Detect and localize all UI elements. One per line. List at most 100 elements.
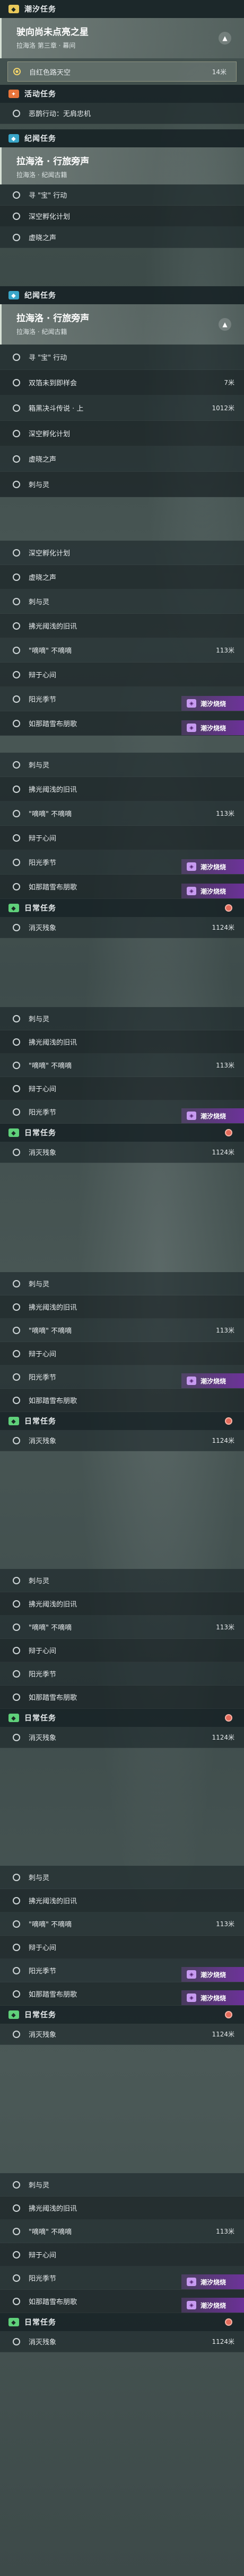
category-header-event[interactable]: ✦ 活动任务 [0, 85, 244, 103]
quest-row[interactable]: 消灭残象 1124米 [0, 2024, 244, 2045]
quest-row[interactable]: 拂光阈浅的旧讯 [0, 1295, 244, 1319]
story-step-row[interactable]: 寻 "宝" 行动 [0, 345, 244, 370]
quest-row[interactable]: 如那踏雪布朋歌 ◈ 潮汐烧烧 [0, 1982, 244, 2006]
quest-row[interactable]: 刺与灵 [0, 2173, 244, 2196]
category-header-daily[interactable]: ◆ 日常任务 [0, 1124, 244, 1142]
quest-row[interactable]: 消灭残象 1124米 [0, 2331, 244, 2352]
quest-row[interactable]: 辩于心间 [0, 663, 244, 687]
quest-row[interactable]: 如那踏雪布朋歌 [0, 1389, 244, 1412]
quest-row[interactable]: 刺与灵 [0, 1569, 244, 1592]
quest-row[interactable]: 刺与灵 [0, 1007, 244, 1030]
badge-label: 潮汐烧烧 [201, 2301, 226, 2309]
quest-row[interactable]: 刺与灵 [0, 1866, 244, 1889]
quest-dot-icon [13, 480, 20, 488]
quest-distance: 1124米 [212, 1149, 234, 1156]
quest-label: 拂光阈浅的旧讯 [29, 1304, 77, 1312]
quest-label: "嘀嘀" 不嘀嘀 [29, 1921, 72, 1929]
step-label: 自红色路天空 [29, 68, 71, 77]
category-header-daily[interactable]: ◆ 日常任务 [0, 2313, 244, 2331]
quest-row[interactable]: 如那踏雪布朋歌 [0, 1686, 244, 1709]
category-header-daily[interactable]: ◆ 日常任务 [0, 1709, 244, 1727]
quest-row[interactable]: 辩于心间 [0, 826, 244, 850]
quest-label: "嘀嘀" 不嘀嘀 [29, 1062, 72, 1070]
quest-row[interactable]: 阳光季节 ◈ 潮汐烧烧 [0, 850, 244, 875]
quest-row[interactable]: 阳光季节 ◈ 潮汐烧烧 [0, 1100, 244, 1124]
tide-icon: ◈ [187, 887, 196, 895]
quest-row[interactable]: 辩于心间 [0, 1077, 244, 1100]
quest-label: 深空孵化计划 [29, 430, 71, 438]
category-header-daily[interactable]: ◆ 日常任务 [0, 899, 244, 917]
quest-row[interactable]: 刺与灵 [0, 589, 244, 614]
quest-row[interactable]: 阳光季节 ◈ 潮汐烧烧 [0, 1365, 244, 1389]
story-step-row[interactable]: 深空孵化计划 [0, 206, 244, 227]
quest-row[interactable]: 拂光阈浅的旧讯 [0, 614, 244, 638]
quest-row[interactable]: 消灭残象 1124米 [0, 1430, 244, 1451]
category-header-story[interactable]: ◆ 纪闻任务 [0, 129, 244, 147]
story-step-row[interactable]: 箱黑决斗传说 · 上 1012米 [0, 395, 244, 421]
quest-row[interactable]: 如那踏雪布朋歌 ◈ 潮汐烧烧 [0, 711, 244, 736]
quest-row[interactable]: "嘀嘀" 不嘀嘀 113米 [0, 1319, 244, 1342]
quest-row[interactable]: 虚晓之声 [0, 565, 244, 589]
story-step-row[interactable]: 刺与灵 [0, 472, 244, 497]
quest-row[interactable]: 如那踏雪布朋歌 ◈ 潮汐烧烧 [0, 2290, 244, 2313]
quest-label: 消灭残象 [29, 924, 57, 932]
category-header-story[interactable]: ◆ 纪闻任务 [0, 286, 244, 304]
quest-row[interactable]: 刺与灵 [0, 1272, 244, 1295]
quest-panel-5: 刺与灵 拂光阈浅的旧讯 "嘀嘀" 不嘀嘀 113米 辩于心间 阳光季节 ◈ 潮汐烧烧 … [0, 1007, 244, 1163]
quest-row[interactable]: "嘀嘀" 不嘀嘀 113米 [0, 1054, 244, 1077]
story-step-row[interactable]: 深空孵化计划 [0, 421, 244, 446]
quest-distance: 113米 [216, 1920, 234, 1928]
main-quest-card[interactable]: 驶向尚未点亮之星 拉海洛 第三章 · 幕间 ▲ [0, 18, 244, 58]
quest-row[interactable]: 刺与灵 [0, 753, 244, 777]
quest-row[interactable]: 辩于心间 [0, 1639, 244, 1662]
quest-dot-icon [13, 1148, 20, 1156]
quest-row[interactable]: 消灭残象 1124米 [0, 1142, 244, 1163]
tide-badge: ◈ 潮汐烧烧 [181, 2298, 244, 2313]
quest-label: 刺与灵 [29, 1577, 50, 1585]
story-step-row[interactable]: 寻 "宝" 行动 [0, 184, 244, 206]
quest-row[interactable]: 拂光阈浅的旧讯 [0, 1030, 244, 1054]
quest-row[interactable]: "嘀嘀" 不嘀嘀 113米 [0, 801, 244, 826]
quest-row[interactable]: 拂光阈浅的旧讯 [0, 777, 244, 801]
daily-quest-icon: ◆ [8, 904, 19, 912]
quest-row[interactable]: "嘀嘀" 不嘀嘀 113米 [0, 1912, 244, 1936]
quest-row[interactable]: 阳光季节 ◈ 潮汐烧烧 [0, 687, 244, 711]
story-step-row[interactable]: 虚晓之声 [0, 446, 244, 472]
step-distance: 14米 [212, 68, 226, 76]
chevron-up-icon[interactable]: ▲ [219, 318, 231, 331]
alert-icon [225, 1714, 232, 1722]
quest-row[interactable]: 深空孵化计划 [0, 541, 244, 565]
quest-row[interactable]: 辩于心间 [0, 2243, 244, 2266]
chevron-up-icon[interactable]: ▲ [219, 32, 231, 45]
quest-row[interactable]: "嘀嘀" 不嘀嘀 113米 [0, 2220, 244, 2243]
quest-row[interactable]: 辩于心间 [0, 1342, 244, 1365]
quest-dot-icon [13, 1436, 20, 1444]
quest-dot-icon [13, 883, 20, 890]
quest-row[interactable]: 如那踏雪布朋歌 ◈ 潮汐烧烧 [0, 875, 244, 899]
quest-row[interactable]: 拂光阈浅的旧讯 [0, 1592, 244, 1616]
quest-row[interactable]: "嘀嘀" 不嘀嘀 113米 [0, 1616, 244, 1639]
story-step-row[interactable]: 双箔未到即样会 7米 [0, 370, 244, 395]
quest-row[interactable]: 拂光阈浅的旧讯 [0, 2196, 244, 2220]
main-quest-active-step[interactable]: 自红色路天空 14米 [7, 61, 237, 82]
quest-row[interactable]: 消灭残象 1124米 [0, 1727, 244, 1748]
quest-row[interactable]: 辩于心间 [0, 1936, 244, 1959]
quest-row[interactable]: 阳光季节 [0, 1662, 244, 1686]
story-quest-card[interactable]: 拉海洛 · 行旅旁声 拉海洛 · 纪闻古籍 ▲ [0, 304, 244, 345]
quest-row[interactable]: "嘀嘀" 不嘀嘀 113米 [0, 638, 244, 663]
quest-label: 消灭残象 [29, 1734, 57, 1742]
badge-label: 潮汐烧烧 [201, 1971, 226, 1979]
quest-row[interactable]: 拂光阈浅的旧讯 [0, 1889, 244, 1912]
quest-row[interactable]: 阳光季节 ◈ 潮汐烧烧 [0, 1959, 244, 1982]
category-header-daily[interactable]: ◆ 日常任务 [0, 1412, 244, 1430]
quest-label: "嘀嘀" 不嘀嘀 [29, 810, 72, 818]
story-step-row[interactable]: 虚晓之声 [0, 227, 244, 248]
quest-dot-icon [13, 761, 20, 769]
category-header-daily[interactable]: ◆ 日常任务 [0, 2006, 244, 2024]
quest-row[interactable]: 消灭残象 1124米 [0, 917, 244, 938]
category-header-main[interactable]: ◆ 潮汐任务 [0, 0, 244, 18]
story-quest-card[interactable]: 拉海洛 · 行旅旁声 拉海洛 · 纪闻古籍 [0, 147, 244, 184]
quest-distance: 1124米 [212, 1437, 234, 1444]
event-quest-row[interactable]: 恶鹊行动：无肩忠机 [0, 103, 244, 124]
quest-row[interactable]: 阳光季节 ◈ 潮汐烧烧 [0, 2266, 244, 2290]
